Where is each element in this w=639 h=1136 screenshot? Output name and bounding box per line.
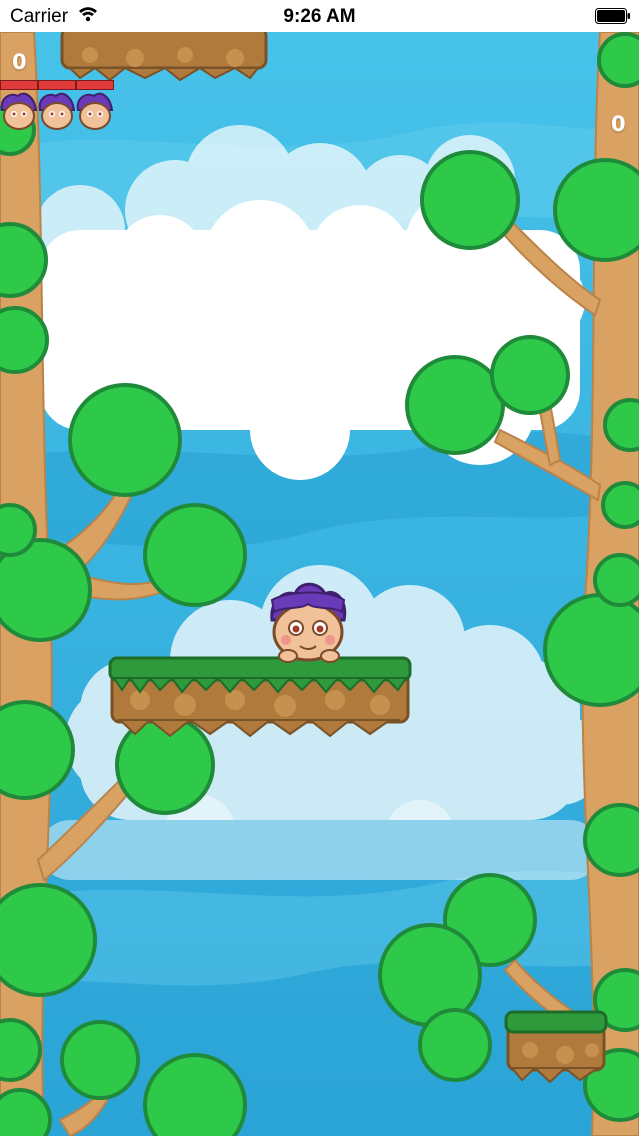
status-time: 9:26 AM: [283, 6, 356, 27]
platform-bottom-right: [504, 1010, 608, 1084]
player-monkey: [270, 582, 347, 663]
monkey-head-icon: [0, 92, 38, 130]
game-scene[interactable]: [0, 0, 639, 1136]
platform-main: [108, 656, 412, 738]
health-segment: [1, 81, 37, 89]
monkey-head-icon: [76, 92, 114, 130]
health-bar: [0, 80, 114, 90]
score-right: 0: [611, 112, 626, 136]
health-segment: [39, 81, 75, 89]
health-segment: [77, 81, 113, 89]
battery-icon: [595, 8, 631, 24]
monkey-head-icon: [38, 92, 76, 130]
score-left: 0: [12, 50, 27, 74]
lives-indicator: [0, 92, 114, 130]
status-bar: Carrier 9:26 AM: [0, 0, 639, 32]
